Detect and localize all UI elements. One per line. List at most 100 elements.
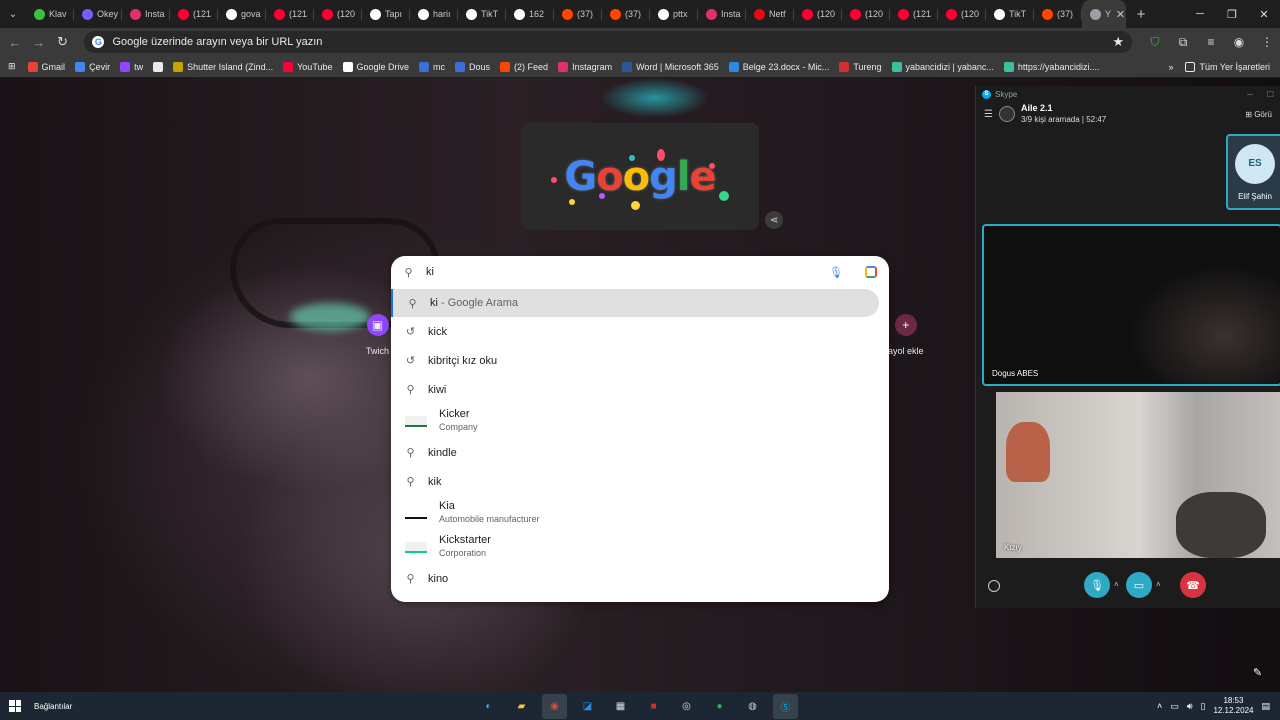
skype-maximize-icon[interactable]: ☐: [1267, 90, 1274, 99]
tab-18[interactable]: (121: [890, 0, 938, 28]
view-toggle-button[interactable]: ⊞ Görü: [1245, 110, 1272, 119]
bookmark-star-icon[interactable]: ★: [1112, 34, 1124, 50]
address-bar[interactable]: G Google üzerinde arayın veya bir URL ya…: [84, 31, 1133, 53]
tab-14[interactable]: Insta: [698, 0, 746, 28]
tab-0[interactable]: Klav: [26, 0, 74, 28]
bookmark-item[interactable]: Tureng: [839, 61, 882, 72]
tab-16[interactable]: (120: [794, 0, 842, 28]
suggestion-item[interactable]: Kickstarter Corporation: [391, 530, 889, 564]
google-lens-icon[interactable]: [865, 266, 877, 278]
tab-19[interactable]: (120: [938, 0, 986, 28]
camera-button[interactable]: ▭: [1126, 572, 1152, 598]
bookmark-item[interactable]: Google Drive: [342, 61, 409, 72]
bookmark-item[interactable]: Çevir: [75, 61, 110, 72]
tray-overflow-icon[interactable]: ˄: [1157, 701, 1162, 711]
more-menu-icon[interactable]: ⋮: [1254, 35, 1280, 50]
apps-grid-icon[interactable]: ⊞: [8, 61, 16, 72]
bookmarks-overflow-icon[interactable]: »: [1168, 62, 1173, 72]
bookmark-item[interactable]: Instagram: [558, 61, 612, 72]
microphone-icon[interactable]: 🎙︎: [829, 266, 843, 279]
new-tab-button[interactable]: +: [1126, 6, 1156, 23]
display-icon[interactable]: ▯: [1200, 701, 1205, 712]
obs-icon[interactable]: ◎: [674, 694, 699, 719]
tab-8[interactable]: hariı: [410, 0, 458, 28]
tab-13[interactable]: pttx: [650, 0, 698, 28]
suggestion-item[interactable]: ↺ kibritçi kız oku: [391, 346, 889, 375]
profile-avatar-icon[interactable]: ◉: [1226, 35, 1252, 50]
skype-icon[interactable]: Ⓢ: [773, 693, 798, 719]
back-icon[interactable]: ←: [3, 35, 27, 50]
active-tab[interactable]: Y ✕: [1082, 0, 1126, 28]
end-call-button[interactable]: ☎: [1180, 572, 1206, 598]
mic-options-chevron-icon[interactable]: ˄: [1114, 580, 1119, 589]
edit-pencil-icon[interactable]: ✎: [1253, 666, 1262, 679]
media-queue-icon[interactable]: ≡: [1198, 35, 1224, 50]
tab-12[interactable]: (37): [602, 0, 650, 28]
bookmark-item[interactable]: [153, 61, 164, 72]
tab-20[interactable]: TikT: [986, 0, 1034, 28]
suggestion-item[interactable]: Kicker Company: [391, 404, 889, 438]
tab-11[interactable]: (37): [554, 0, 602, 28]
minimize-icon[interactable]: ─: [1184, 0, 1216, 28]
bookmark-item[interactable]: Word | Microsoft 365: [622, 61, 719, 72]
steam-icon[interactable]: ◍: [740, 694, 765, 719]
game-launcher-icon[interactable]: ■: [641, 694, 666, 719]
suggestion-item[interactable]: ⚲ ki - Google Arama: [391, 289, 879, 317]
file-explorer-icon[interactable]: ▰: [509, 694, 534, 719]
suggestion-item[interactable]: ↺ kick: [391, 317, 889, 346]
volume-icon[interactable]: 🔊︎: [1187, 701, 1193, 712]
tab-10[interactable]: 162: [506, 0, 554, 28]
suggestion-item[interactable]: ⚲ kindle: [391, 438, 889, 467]
shortcut-twitch[interactable]: ▣ Twich: [366, 314, 389, 356]
tab-9[interactable]: TikT: [458, 0, 506, 28]
tab-5[interactable]: (121: [266, 0, 314, 28]
bookmark-item[interactable]: https://yabancidizi....: [1003, 61, 1099, 72]
tab-15[interactable]: Netf: [746, 0, 794, 28]
share-icon[interactable]: ⋖: [765, 211, 783, 229]
clock[interactable]: 18:53 12.12.2024: [1213, 696, 1253, 716]
chat-icon[interactable]: [988, 580, 1000, 592]
reload-icon[interactable]: ↻: [51, 34, 75, 50]
edge-icon[interactable]: ◐: [476, 694, 501, 719]
tab-17[interactable]: (120: [842, 0, 890, 28]
bookmark-item[interactable]: mc: [419, 61, 445, 72]
tab-3[interactable]: (121: [170, 0, 218, 28]
participant-tile-mini[interactable]: ES Elif Şahin: [1226, 134, 1280, 210]
tab-7[interactable]: Tapı: [362, 0, 410, 28]
suggestion-item[interactable]: ⚲ kiwi: [391, 375, 889, 404]
microphone-button[interactable]: 🎙︎: [1084, 572, 1110, 598]
forward-icon[interactable]: →: [27, 35, 51, 50]
tab-2[interactable]: Insta: [122, 0, 170, 28]
shield-icon[interactable]: ⛉: [1142, 35, 1168, 50]
spotify-icon[interactable]: ●: [707, 694, 732, 719]
tab-4[interactable]: gova: [218, 0, 266, 28]
close-tab-icon[interactable]: ✕: [1115, 8, 1126, 21]
search-input[interactable]: [426, 266, 818, 278]
participant-video-2[interactable]: Kızıy: [996, 392, 1280, 558]
tab-1[interactable]: Okey: [74, 0, 122, 28]
calendar-icon[interactable]: ▦: [608, 694, 633, 719]
google-doodle[interactable]: Google: [521, 123, 759, 230]
network-icon[interactable]: ▭: [1170, 701, 1179, 712]
bookmark-item[interactable]: (2) Feed: [500, 61, 548, 72]
suggestion-item[interactable]: ⚲ kik: [391, 467, 889, 496]
chrome-icon[interactable]: ◉: [542, 693, 567, 719]
outlook-icon[interactable]: ◪: [575, 694, 600, 719]
maximize-icon[interactable]: ❐: [1216, 0, 1248, 28]
close-window-icon[interactable]: ✕: [1248, 0, 1280, 28]
bookmark-item[interactable]: tw: [120, 61, 143, 72]
start-button[interactable]: [0, 692, 30, 720]
hamburger-menu-icon[interactable]: ☰: [984, 109, 993, 120]
extensions-puzzle-icon[interactable]: ⧉: [1170, 35, 1196, 50]
participant-video-1[interactable]: Dogus ABES: [982, 224, 1280, 386]
add-shortcut[interactable]: + ayol ekle: [888, 314, 924, 356]
bookmark-item[interactable]: Gmail: [27, 61, 65, 72]
suggestion-item[interactable]: ⚲ kino: [391, 564, 889, 593]
tab-21[interactable]: (37): [1034, 0, 1082, 28]
all-bookmarks-folder[interactable]: Tüm Yer İşaretleri: [1185, 61, 1270, 72]
bookmark-item[interactable]: Belge 23.docx - Mic...: [728, 61, 829, 72]
notifications-icon[interactable]: ▤: [1261, 701, 1270, 712]
suggestion-item[interactable]: Kia Automobile manufacturer: [391, 496, 889, 530]
bookmark-item[interactable]: Shutter Island (Zind...: [173, 61, 273, 72]
tab-6[interactable]: (120: [314, 0, 362, 28]
